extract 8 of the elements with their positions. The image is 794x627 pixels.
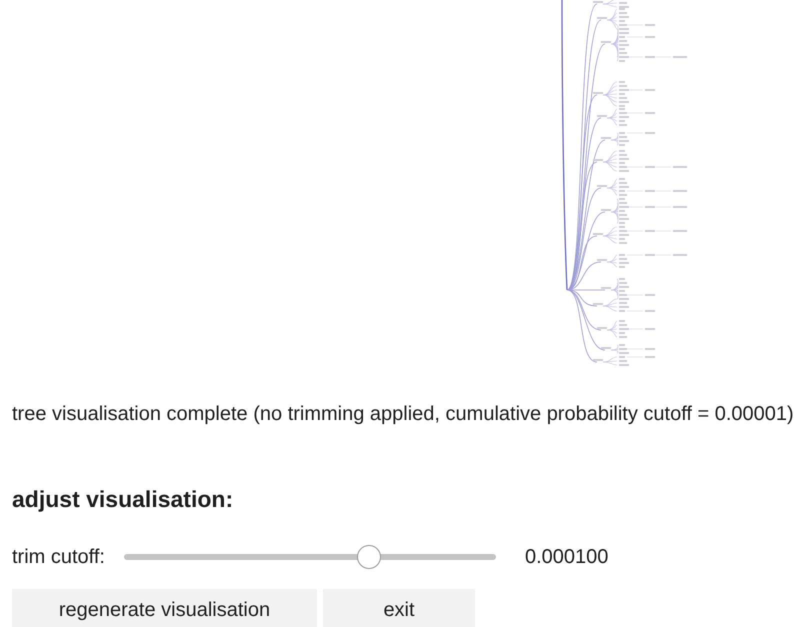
slider-thumb[interactable]	[357, 545, 382, 569]
status-message: tree visualisation complete (no trimming applied, cumulative probability cutoff = 0.00001)	[12, 402, 794, 426]
exit-button[interactable]: exit	[323, 589, 475, 627]
slider-label: trim cutoff:	[12, 545, 106, 569]
slider-track[interactable]	[124, 545, 496, 569]
section-heading: adjust visualisation:	[12, 485, 234, 513]
regenerate-button[interactable]: regenerate visualisation	[12, 589, 317, 627]
slider-value: 0.000100	[525, 545, 608, 569]
